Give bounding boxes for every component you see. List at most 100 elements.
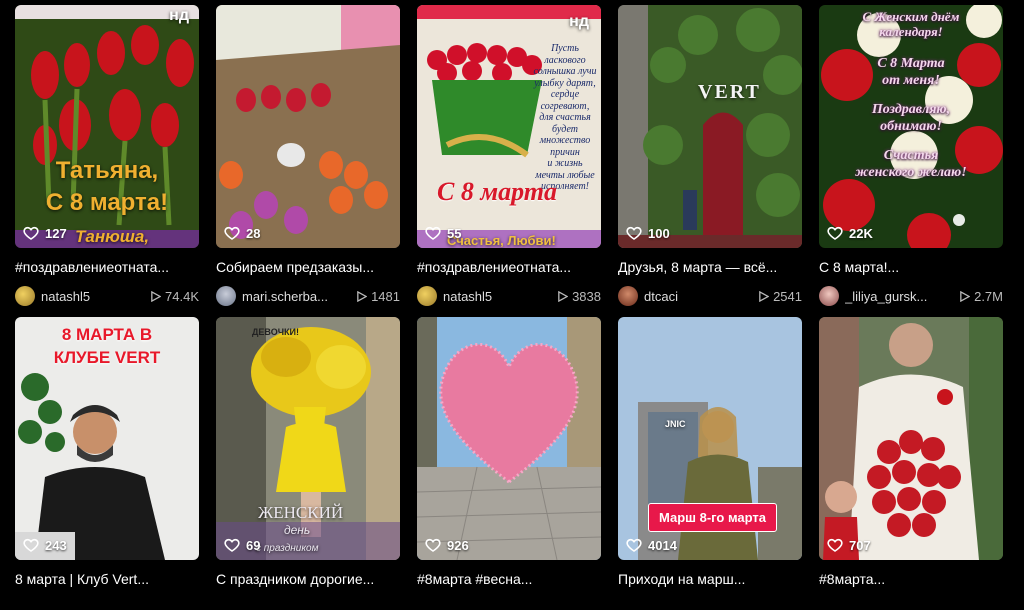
heart-icon [626,226,642,240]
overlay-line: Татьяна, [55,157,159,184]
overlay-line: ЖЕНСКИЙ [258,503,344,522]
video-meta: dtcaci 2541 [618,285,802,307]
overlay-sign: VERT [698,81,761,103]
play-count-label: 2541 [773,288,802,304]
march-label: Марш 8-го марта [648,503,778,532]
video-thumbnail[interactable]: 8 МАРТА В КЛУБЕ VERT 243 [15,317,199,560]
author-link[interactable]: natashl5 [15,286,90,306]
likes-count: 69 [224,537,260,553]
play-count-label: 2.7M [974,288,1003,304]
video-title[interactable]: #поздравлениеотната... [417,258,601,276]
video-card[interactable]: 8 МАРТА В КЛУБЕ VERT 243 8 марта | Клуб … [15,317,199,588]
likes-label: 55 [447,225,462,241]
play-count: 2.7M [959,289,1003,304]
overlay-line: с праздником [256,543,319,554]
overlay-badge: нд [169,7,189,24]
author-name[interactable]: dtcaci [644,289,678,304]
likes-label: 22K [849,225,873,241]
tulip-boxes-image [216,5,400,248]
play-count: 1481 [356,289,400,304]
avatar[interactable] [216,286,236,306]
play-icon [960,290,971,302]
avatar[interactable] [417,286,437,306]
video-card[interactable]: 926 #8марта #весна... [417,317,601,588]
overlay-line: 8 МАРТА В [61,325,153,344]
overlay-line: С 8 марта [437,177,558,206]
likes-label: 707 [849,537,871,553]
likes-label: 243 [45,537,67,553]
likes-count: 100 [626,225,670,241]
author-link[interactable]: natashl5 [417,286,492,306]
poem-text: Пусть ласкового солнышка лучи улыбку дарят… [533,43,597,192]
video-title[interactable]: #8марта #весна... [417,570,601,588]
author-name[interactable]: _liliya_gursk... [845,289,927,304]
overlay-line: КЛУБЕ VERT [53,348,161,367]
author-link[interactable]: dtcaci [618,286,678,306]
avatar[interactable] [15,286,35,306]
video-meta: natashl5 3838 [417,285,601,307]
video-meta: natashl5 74.4K [15,285,199,307]
author-link[interactable]: mari.scherba... [216,286,328,306]
play-count-label: 74.4K [165,288,199,304]
heart-icon [224,538,240,552]
author-link[interactable]: _liliya_gursk... [819,286,927,306]
overlay-line: Счастья, Любви! [447,233,556,248]
video-card[interactable]: С Женским днём календаря! С 8 Марта от м… [819,5,1003,307]
play-count: 74.4K [150,289,199,304]
video-title[interactable]: 8 марта | Клуб Vert... [15,570,199,588]
video-card[interactable]: JNIC Марш 8-го марта 4014 Приходи на мар… [618,317,802,588]
video-thumbnail[interactable]: JNIC Марш 8-го марта 4014 [618,317,802,560]
play-count-label: 3838 [572,288,601,304]
video-title[interactable]: #поздравлениеотната... [15,258,199,276]
play-count-label: 1481 [371,288,400,304]
video-thumbnail[interactable]: VERT 100 [618,5,802,248]
video-card[interactable]: 707 #8марта... [819,317,1003,588]
video-meta: _liliya_gursk... 2.7M [819,285,1003,307]
video-card[interactable]: 28 Собираем предзаказы... mari.scherba..… [216,5,400,307]
video-title[interactable]: С 8 марта!... [819,258,1003,276]
video-card[interactable]: VERT 100 Друзья, 8 марта — всё... dtcaci… [618,5,802,307]
video-thumbnail[interactable]: 28 [216,5,400,248]
author-name[interactable]: natashl5 [443,289,492,304]
video-meta: mari.scherba... 1481 [216,285,400,307]
video-card[interactable]: ДЕВОЧКИ! ЖЕНСКИЙ день с праздником 69 С … [216,317,400,588]
video-thumbnail[interactable]: нд Татьяна, С 8 марта! Танюша, 127 [15,5,199,248]
heart-icon [23,226,39,240]
heart-icon [827,538,843,552]
video-card[interactable]: нд Татьяна, С 8 марта! Танюша, 127 #позд… [15,5,199,307]
heart-icon [425,226,441,240]
video-card[interactable]: нд Пусть ласкового солнышка лучи улыбку да… [417,5,601,307]
play-icon [151,290,162,302]
author-name[interactable]: mari.scherba... [242,289,328,304]
video-title[interactable]: С праздником дорогие... [216,570,400,588]
avatar[interactable] [819,286,839,306]
likes-count: 243 [23,537,67,553]
video-title[interactable]: Приходи на марш... [618,570,802,588]
likes-label: 926 [447,537,469,553]
likes-count: 28 [224,225,260,241]
likes-count: 55 [425,225,461,241]
likes-label: 127 [45,225,67,241]
avatar[interactable] [618,286,638,306]
video-thumbnail[interactable]: С Женским днём календаря! С 8 Марта от м… [819,5,1003,248]
heart-icon [425,538,441,552]
heart-icon [827,226,843,240]
video-title[interactable]: Друзья, 8 марта — всё... [618,258,802,276]
video-thumbnail[interactable]: 707 [819,317,1003,560]
play-count: 3838 [557,289,601,304]
video-thumbnail[interactable]: 926 [417,317,601,560]
overlay-line: день [284,523,311,537]
video-thumbnail[interactable]: нд Пусть ласкового солнышка лучи улыбку да… [417,5,601,248]
likes-label: 28 [246,225,261,241]
greeting-text: С Женским днём календаря! С 8 Марта от м… [855,9,967,180]
play-icon [759,290,770,302]
video-grid: нд Татьяна, С 8 марта! Танюша, 127 #позд… [15,5,1003,588]
likes-label: 100 [648,225,670,241]
video-thumbnail[interactable]: ДЕВОЧКИ! ЖЕНСКИЙ день с праздником 69 [216,317,400,560]
video-title[interactable]: Собираем предзаказы... [216,258,400,276]
likes-label: 4014 [648,537,677,553]
likes-count: 707 [827,537,871,553]
video-title[interactable]: #8марта... [819,570,1003,588]
author-name[interactable]: natashl5 [41,289,90,304]
play-count: 2541 [758,289,802,304]
